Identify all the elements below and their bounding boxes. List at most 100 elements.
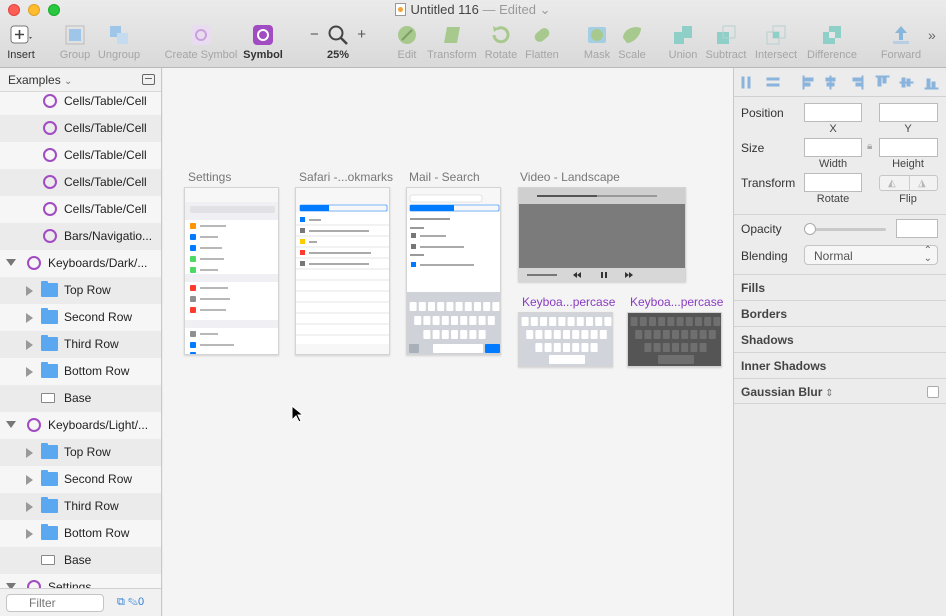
opacity-slider[interactable] — [808, 228, 886, 231]
disclosure-triangle-icon[interactable] — [26, 313, 33, 323]
rotate-field[interactable] — [804, 173, 862, 192]
mask-button[interactable]: Mask — [580, 22, 614, 66]
artboard-title-video[interactable]: Video - Landscape — [520, 170, 620, 184]
width-field[interactable] — [804, 138, 862, 157]
layer-row[interactable]: Second Row — [0, 466, 161, 493]
flip-control[interactable]: ◭ ◮ — [879, 175, 938, 191]
inner-shadows-section[interactable]: Inner Shadows — [734, 352, 946, 378]
zoom-out-icon[interactable]: − — [310, 26, 319, 43]
layer-row[interactable]: Cells/Table/Cell — [0, 196, 161, 223]
artboard-video[interactable] — [518, 187, 686, 282]
flip-horizontal-icon[interactable]: ◭ — [888, 178, 896, 189]
disclosure-triangle-icon[interactable] — [26, 286, 33, 296]
flip-vertical-icon[interactable]: ◮ — [918, 178, 926, 189]
shadows-section[interactable]: Shadows — [734, 326, 946, 352]
collapse-pages-icon[interactable] — [142, 74, 155, 85]
layer-row[interactable]: Base — [0, 547, 161, 574]
artboard-title-settings[interactable]: Settings — [188, 170, 231, 184]
gaussian-blur-checkbox[interactable] — [927, 386, 939, 398]
document-icon — [395, 3, 407, 16]
layer-row[interactable]: Third Row — [0, 331, 161, 358]
chevron-down-icon[interactable]: ⌄ — [536, 2, 551, 17]
create-symbol-button[interactable]: Create Symbol — [163, 22, 239, 66]
disclosure-triangle-icon[interactable] — [26, 367, 33, 377]
layer-row[interactable]: Cells/Table/Cell — [0, 169, 161, 196]
overflow-chevron-icon[interactable]: » — [928, 27, 936, 43]
ungroup-button[interactable]: Ungroup — [97, 22, 141, 66]
layer-row[interactable]: Cells/Table/Cell — [0, 142, 161, 169]
layer-name: Base — [64, 391, 92, 405]
blending-select[interactable]: Normal ⌃ ⌄ — [804, 245, 938, 265]
artboard-keyboard-dark[interactable] — [627, 312, 722, 367]
layer-row[interactable]: Cells/Table/Cell — [0, 88, 161, 115]
difference-button[interactable]: Difference — [804, 22, 860, 66]
layer-row[interactable]: Keyboards/Dark/... — [0, 250, 161, 277]
union-button[interactable]: Union — [666, 22, 700, 66]
align-center-icon — [825, 75, 836, 90]
symbol-button[interactable]: Symbol — [243, 22, 283, 66]
transform-button[interactable]: Transform — [425, 22, 479, 66]
edit-pencil-icon[interactable]: ✎ — [128, 596, 138, 608]
disclosure-triangle-icon[interactable] — [26, 475, 33, 485]
artboard-safari[interactable] — [295, 187, 390, 355]
folder-icon — [41, 335, 58, 351]
artboard-title-keyboard-dark[interactable]: Keyboa...percase — [630, 295, 723, 309]
y-field[interactable] — [879, 103, 938, 122]
scale-button[interactable]: Scale — [616, 22, 648, 66]
layer-row[interactable]: Keyboards/Light/... — [0, 412, 161, 439]
layer-row[interactable]: Bars/Navigatio... — [0, 223, 161, 250]
layer-row[interactable]: Bottom Row — [0, 520, 161, 547]
opacity-slider-knob[interactable] — [804, 223, 816, 235]
artboard-settings[interactable] — [184, 187, 279, 355]
key — [672, 343, 679, 352]
insert-button[interactable]: Insert — [4, 22, 38, 66]
zoom-in-icon[interactable]: + — [357, 26, 366, 43]
layer-row[interactable]: Third Row — [0, 493, 161, 520]
symbols-filter-icon[interactable]: ⧉ — [117, 596, 125, 608]
disclosure-triangle-icon[interactable] — [26, 448, 33, 458]
filter-input[interactable] — [6, 594, 104, 612]
zoom-level: 25% — [326, 49, 350, 61]
key — [535, 330, 543, 339]
lock-icon[interactable]: 🔒︎ — [867, 141, 872, 152]
disclosure-triangle-icon[interactable] — [6, 421, 16, 428]
key — [441, 316, 449, 325]
artboard-title-keyboard-light[interactable]: Keyboa...percase — [522, 295, 615, 309]
disclosure-triangle-icon[interactable] — [26, 502, 33, 512]
layer-name: Bottom Row — [64, 364, 130, 378]
zoom-control[interactable]: − + 25% — [308, 22, 368, 66]
group-button[interactable]: Group — [58, 22, 92, 66]
key — [478, 316, 486, 325]
artboard-mail[interactable] — [406, 187, 501, 355]
layer-row[interactable]: Second Row — [0, 304, 161, 331]
intersect-button[interactable]: Intersect — [752, 22, 800, 66]
layer-row[interactable]: Cells/Table/Cell — [0, 115, 161, 142]
artboard-title-mail[interactable]: Mail - Search — [409, 170, 480, 184]
height-field[interactable] — [879, 138, 938, 157]
disclosure-triangle-icon[interactable] — [26, 529, 33, 539]
disclosure-triangle-icon[interactable] — [6, 259, 16, 266]
opacity-field[interactable] — [896, 219, 938, 238]
borders-section[interactable]: Borders — [734, 300, 946, 326]
forward-button[interactable]: Forward — [878, 22, 924, 66]
canvas[interactable]: Settings Safari -...okmarks Mail - Searc… — [163, 68, 733, 616]
disclosure-triangle-icon[interactable] — [26, 340, 33, 350]
layer-row[interactable]: Top Row — [0, 439, 161, 466]
fills-section[interactable]: Fills — [734, 274, 946, 300]
footer-count: 0 — [137, 596, 145, 608]
symbol-icon — [27, 418, 41, 432]
layer-row[interactable]: Base — [0, 385, 161, 412]
artboard-keyboard-light[interactable] — [518, 312, 613, 367]
layer-row[interactable]: Bottom Row — [0, 358, 161, 385]
layer-name: Second Row — [64, 472, 133, 486]
edit-button[interactable]: Edit — [391, 22, 423, 66]
layer-row[interactable]: Top Row — [0, 277, 161, 304]
flatten-button[interactable]: Flatten — [522, 22, 562, 66]
width-label: Width — [818, 158, 848, 170]
rotate-button[interactable]: Rotate — [483, 22, 519, 66]
artboard-title-safari[interactable]: Safari -...okmarks — [299, 170, 393, 184]
subtract-button[interactable]: Subtract — [704, 22, 748, 66]
gaussian-blur-section[interactable]: Gaussian Blur ⇕ — [734, 378, 946, 404]
x-field[interactable] — [804, 103, 862, 122]
select-arrows-icon[interactable]: ⇕ — [822, 388, 833, 399]
